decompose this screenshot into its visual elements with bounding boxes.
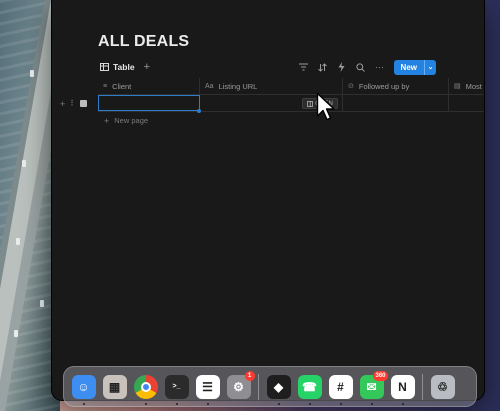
running-indicator [82,402,85,405]
messages-icon[interactable]: ✉ 360 [359,370,388,405]
page-title: ALL DEALS [98,33,190,50]
dock-glyph: ⚙ [233,379,244,394]
chevron-down-icon[interactable]: ⌄ [424,59,436,75]
dock-glyph: ♲ [437,379,448,394]
dock-glyph: ▦ [108,379,121,394]
finder-icon[interactable]: ☺ [71,374,96,405]
running-indicator [401,402,404,405]
column-header-most[interactable]: ▤ Most [449,78,484,94]
terminal-icon[interactable]: >_ [164,374,189,405]
notification-badge: 360 [373,370,388,381]
dock-separator [422,373,423,400]
cell-followed-up-by[interactable] [343,95,449,111]
automation-bolt-icon[interactable] [337,62,347,72]
running-indicator [144,402,147,405]
more-icon[interactable]: ··· [375,62,385,72]
new-button-label: New [400,62,417,72]
trash-icon[interactable]: ♲ [430,374,455,399]
dock-glyph: ✉ [366,379,377,394]
launchpad-icon[interactable]: ▦ [102,374,127,399]
sort-icon[interactable] [318,62,328,72]
running-indicator [277,402,280,405]
mouse-pointer-icon [316,92,335,121]
cell-most[interactable] [449,95,484,111]
running-indicator [339,402,342,405]
status-circle-icon: ⊙ [348,83,354,90]
tab-table-label: Table [113,62,135,72]
new-record-button[interactable]: New ⌄ [393,59,436,75]
dock-glyph: ☎ [302,379,317,394]
running-indicator [206,402,209,405]
new-page-label: New page [114,116,149,125]
filter-icon[interactable] [299,62,309,72]
table-row[interactable]: + ⠇ OPEN [60,95,484,113]
new-page-button[interactable]: + New page [98,112,484,129]
plus-icon: + [104,115,110,126]
notion-icon[interactable]: N [390,374,415,405]
toolbar-actions: ··· New ⌄ [299,59,436,75]
row-controls: + ⠇ [60,95,88,112]
running-indicator [175,402,178,405]
reminders-icon[interactable]: ☰ [195,374,220,405]
notification-badge: 1 [244,370,255,381]
search-icon[interactable] [356,62,366,72]
dock-glyph: >_ [172,383,181,390]
running-indicator [370,402,373,405]
add-view-button[interactable]: + [144,61,150,73]
table-header: ≡ Client Aa Listing URL ⊙ Followed up by… [98,78,484,95]
column-label: Listing URL [218,81,258,91]
notion-window: ALL DEALS Table + ··· New ⌄ ≡ Client Aa … [52,0,484,400]
database-toolbar: Table + ··· New ⌄ [100,58,484,76]
desktop-wallpaper [0,0,69,411]
title-aa-icon: Aa [205,82,214,90]
column-header-followed-up-by[interactable]: ⊙ Followed up by [343,78,449,94]
dock-glyph: N [398,379,407,394]
cell-client[interactable] [98,95,201,113]
chrome-center [140,381,151,392]
whatsapp-icon[interactable]: ☎ [297,374,322,405]
open-in-side-icon [307,100,314,107]
drag-handle-icon[interactable]: ⠇ [70,99,76,108]
column-header-client[interactable]: ≡ Client [98,78,200,94]
macos-dock: ☺ ▦ >_ ☰ ⚙ 1 ◆ ☎ # ✉ 360 N ♲ [63,366,477,407]
dock-glyph: ◆ [273,379,284,394]
window-titlebar [52,0,484,24]
dock-glyph: # [337,379,344,394]
deals-table: ≡ Client Aa Listing URL ⊙ Followed up by… [60,78,484,129]
table-icon [100,63,109,71]
dock-separator [258,373,259,400]
system-settings-icon[interactable]: ⚙ 1 [226,370,255,399]
tab-table-view[interactable]: Table [100,62,135,72]
running-indicator [308,402,311,405]
column-label: Followed up by [358,81,410,91]
calendar-icon: ▤ [454,83,461,90]
column-label: Most [465,81,482,91]
chrome-icon[interactable] [133,374,158,405]
cursor-app-icon[interactable]: ◆ [266,374,291,405]
dock-glyph: ☺ [77,379,90,394]
dock-glyph: ☰ [202,379,213,394]
text-lines-icon: ≡ [103,82,108,90]
add-row-icon[interactable]: + [60,99,65,109]
row-checkbox[interactable] [80,100,88,107]
slack-icon[interactable]: # [328,374,353,405]
column-label: Client [112,81,132,91]
